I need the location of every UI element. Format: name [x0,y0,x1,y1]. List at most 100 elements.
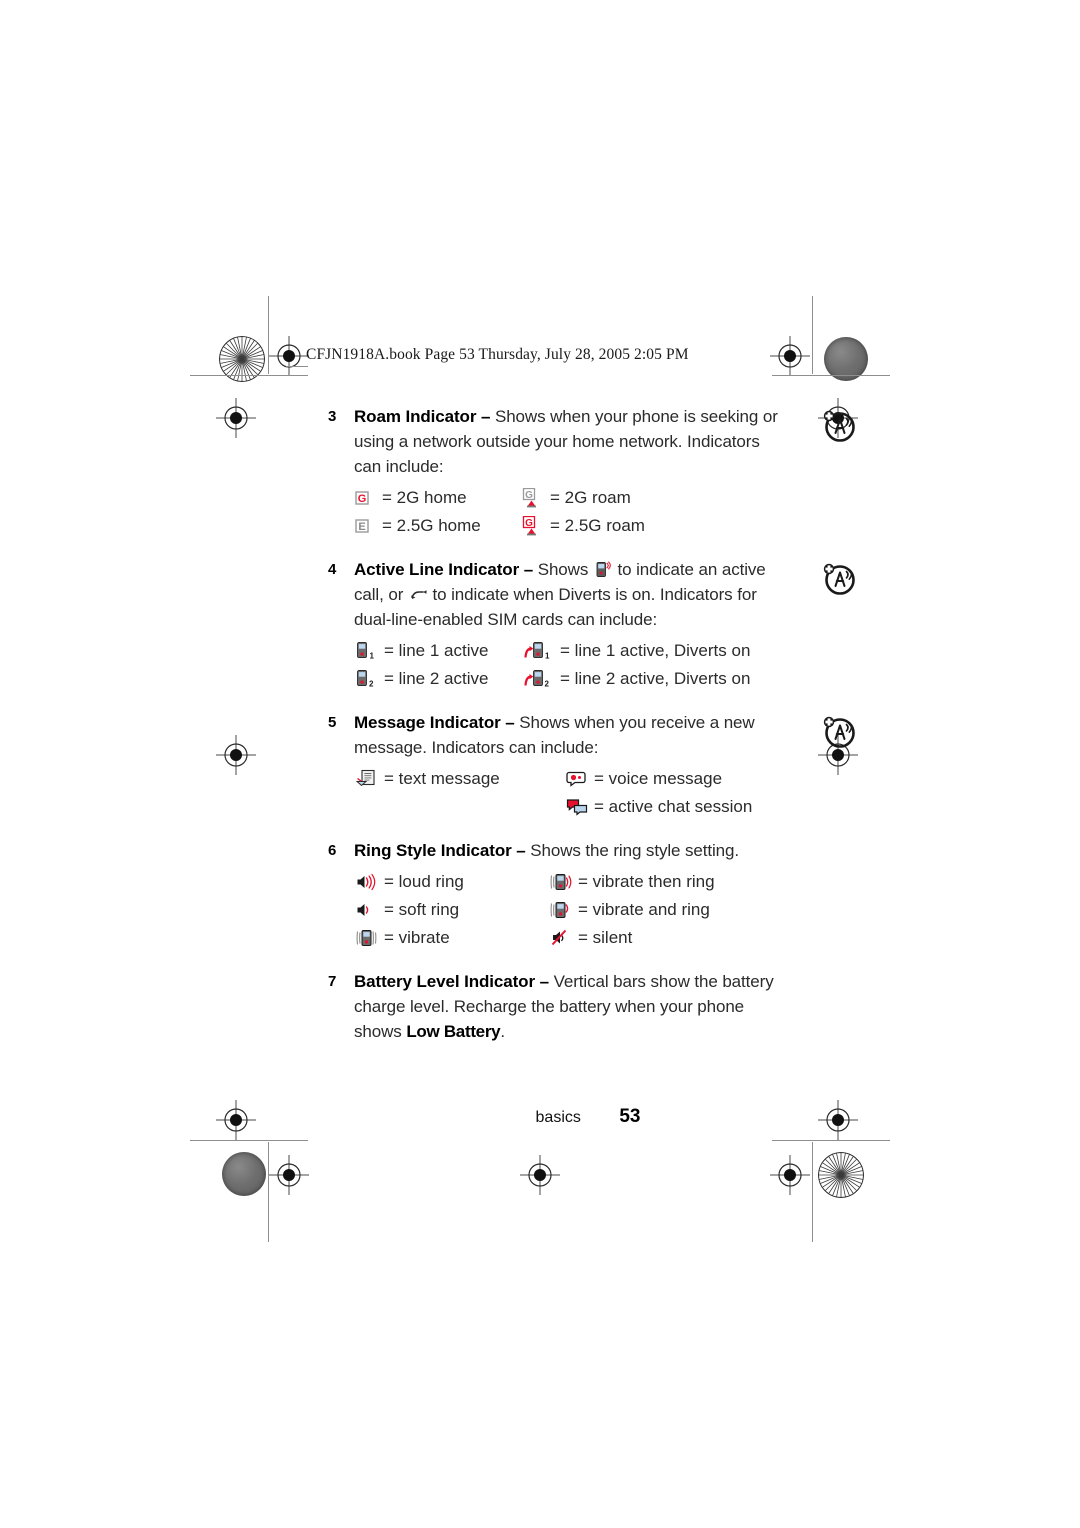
crop-rule-top-right [772,375,890,376]
icon-label: = silent [578,928,633,947]
icon-cell: 1 = line 1 active, Diverts on [524,638,750,664]
footer-page-number: 53 [619,1106,641,1127]
svg-text:2: 2 [369,680,374,689]
25g-home-icon: E [354,516,376,536]
icon-label: = line 2 active [384,669,489,688]
svg-text:1: 1 [370,652,375,661]
item-dash: – [523,560,534,579]
divert-icon [410,586,427,603]
item-number: 3 [328,408,337,425]
crop-rule-bottom-left [190,1140,308,1141]
icon-label: = active chat session [594,797,753,816]
crop-rule-right-vertical-2 [812,1142,813,1242]
print-header: CFJN1918A.book Page 53 Thursday, July 28… [306,346,689,363]
icon-label: = 2.5G home [382,516,481,535]
item-body-post: . [500,1022,505,1041]
icon-label: = line 1 active [384,641,489,660]
registration-target-bottom-left [269,1155,309,1195]
icon-label: = vibrate then ring [578,872,715,891]
ring-style-icon-grid: = loud ring = vibrate then ring = soft r… [356,869,780,951]
icon-label: = 2G home [382,488,467,507]
icon-cell: = vibrate [356,925,550,951]
icon-row: = soft ring = vibrate and ring [356,897,780,923]
message-icon-grid: = text message = voice message = active … [356,766,780,820]
icon-row: 2 = line 2 active 2 = line 2 active, Div… [356,666,780,692]
crop-rule-right-vertical [812,296,813,374]
icon-label: = soft ring [384,900,460,919]
item-dash: – [505,713,515,732]
icon-cell: = soft ring [356,897,550,923]
line1-divert-icon: 1 [524,641,554,661]
item-title: Ring Style Indicator [354,841,512,860]
svg-text:G: G [358,493,367,505]
crop-rule-bottom-right [772,1140,890,1141]
icon-label: = vibrate and ring [578,900,710,919]
list-item-message-indicator: 5 Message Indicator – Shows when you rec… [328,710,855,820]
icon-cell: = text message [356,766,566,792]
item-paragraph: Message Indicator – Shows when you recei… [354,710,780,760]
roam-antenna-icon [818,712,858,752]
item-paragraph: Roam Indicator – Shows when your phone i… [354,404,780,479]
registration-target-top-right [770,336,810,376]
low-battery-term: Low Battery [406,1022,501,1041]
registration-graydot-bottom-left [222,1152,266,1196]
voice-message-icon [566,769,588,789]
icon-cell: = loud ring [356,869,550,895]
icon-label: = 2G roam [550,488,631,507]
silent-icon [550,928,572,948]
icon-cell: = silent [550,925,632,951]
footer-section-label: basics [535,1109,581,1126]
icon-label: = line 2 active, Diverts on [560,669,751,688]
list-item-ring-style-indicator: 6 Ring Style Indicator – Shows the ring … [328,838,780,951]
crop-rule-header-underline [286,366,308,367]
active-line-icon-grid: 1 = line 1 active 1 = line 1 active, Div… [356,638,780,692]
svg-text:2: 2 [545,680,550,689]
line2-divert-icon: 2 [524,669,554,689]
page-footer: basics 53 [0,1106,1080,1128]
active-call-phone-icon [595,561,611,578]
list-item-active-line-indicator: 4 Active Line Indicator – Shows to indic… [328,557,855,692]
svg-text:G: G [525,490,533,501]
crop-rule-left-vertical-2 [268,1142,269,1242]
icon-row: = vibrate = silent [356,925,780,951]
roam-antenna-icon [818,559,858,599]
line2-active-icon: 2 [356,669,378,689]
icon-cell: = vibrate then ring [550,869,715,895]
icon-label: = voice message [594,769,723,788]
text-message-icon [356,769,378,789]
item-title: Active Line Indicator [354,560,520,579]
item-number: 4 [328,561,337,578]
item-title: Message Indicator [354,713,501,732]
crop-rule-left-vertical [268,296,269,374]
icon-row: 1 = line 1 active 1 = line 1 active, Div… [356,638,780,664]
item-title: Battery Level Indicator [354,972,535,991]
line1-active-icon: 1 [356,641,378,661]
icon-row: = text message = voice message [356,766,780,792]
page-content: 3 Roam Indicator – Shows when your phone… [328,404,855,1048]
registration-target-top-left [269,336,309,376]
icon-cell: = active chat session [566,794,752,820]
svg-text:E: E [358,521,365,533]
icon-row: E = 2.5G home G = 2.5G roam [354,513,780,539]
item-dash: – [516,841,526,860]
icon-cell: G = 2.5G roam [522,513,645,539]
svg-text:G: G [525,518,533,529]
item-number: 7 [328,973,337,990]
loud-ring-icon [356,872,378,892]
registration-target-left-middle [216,735,256,775]
icon-cell: 2 = line 2 active, Diverts on [524,666,750,692]
icon-row: = loud ring = vibrate then ring [356,869,780,895]
roam-icon-grid: G = 2G home G = 2G roam E = 2.5G home G … [354,485,780,539]
icon-cell: 2 = line 2 active [356,666,524,692]
icon-label: = line 1 active, Diverts on [560,641,751,660]
item-title: Roam Indicator [354,407,477,426]
vibrate-icon [356,928,378,948]
vibrate-and-ring-icon [550,900,572,920]
list-item-battery-level-indicator: 7 Battery Level Indicator – Vertical bar… [328,969,780,1044]
icon-cell: G = 2G roam [522,485,631,511]
icon-label: = vibrate [384,928,450,947]
icon-cell: = vibrate and ring [550,897,710,923]
icon-row: = active chat session [356,794,780,820]
icon-cell: E = 2.5G home [354,513,522,539]
item-number: 6 [328,842,337,859]
